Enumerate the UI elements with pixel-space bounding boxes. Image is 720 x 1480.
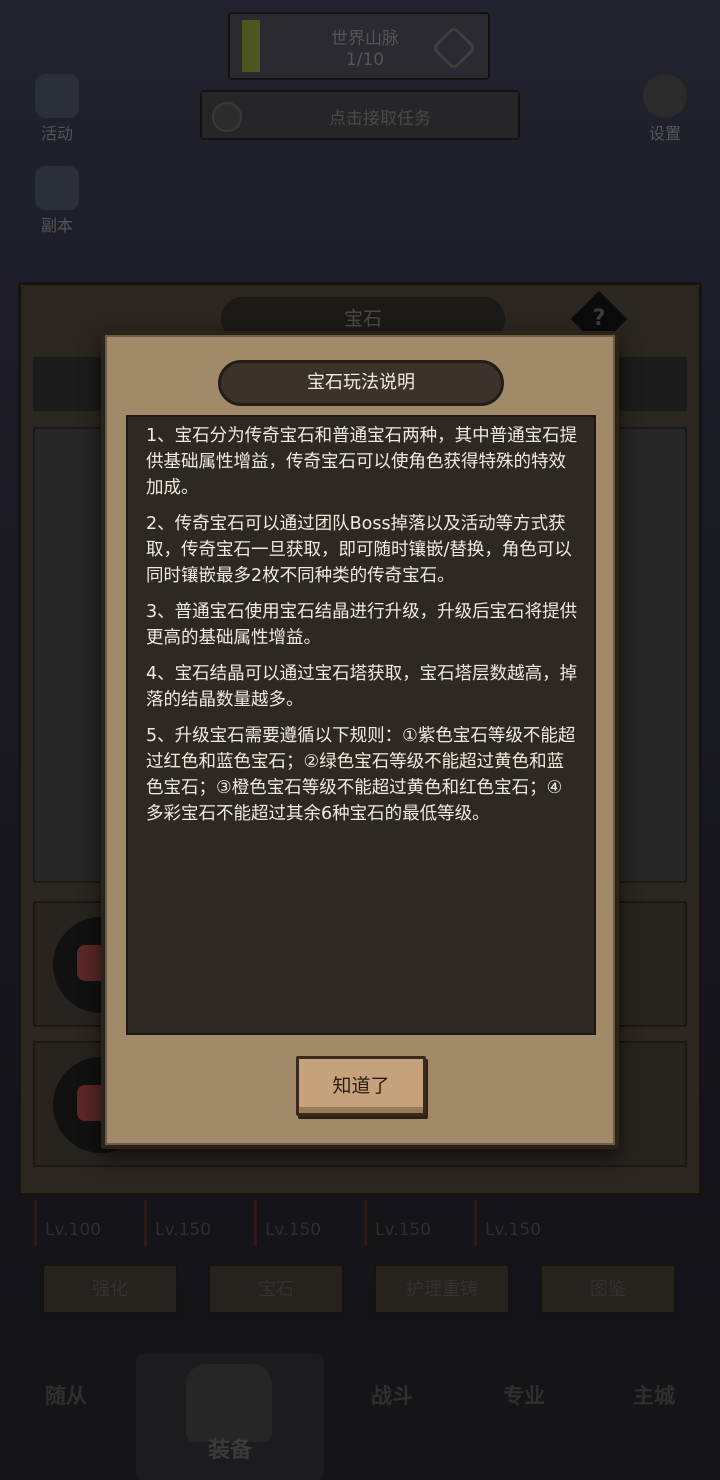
vest-icon bbox=[186, 1364, 272, 1442]
task-text: 点击接取任务 bbox=[329, 109, 431, 129]
event-button: 活动 bbox=[22, 74, 92, 144]
nav-equipment: 装备 bbox=[136, 1354, 324, 1480]
gear-icon bbox=[643, 74, 687, 118]
level-cell: Lv.100 bbox=[34, 1200, 134, 1246]
level-cell: Lv.150 bbox=[144, 1200, 244, 1246]
level-cell: Lv.150 bbox=[364, 1200, 464, 1246]
nav-profession: 专业 bbox=[503, 1384, 545, 1408]
level-row: Lv.100 Lv.150 Lv.150 Lv.150 Lv.150 bbox=[34, 1200, 684, 1246]
settings-button: 设置 bbox=[630, 74, 700, 144]
event-label: 活动 bbox=[40, 124, 73, 143]
tab-gem: 宝石 bbox=[208, 1264, 344, 1314]
task-bar: 点击接取任务 bbox=[200, 90, 520, 140]
rules-content[interactable]: 1、宝石分为传奇宝石和普通宝石两种，其中普通宝石提供基础属性增益，传奇宝石可以使… bbox=[126, 415, 596, 1035]
settings-label: 设置 bbox=[648, 124, 681, 143]
tab-reforge: 护理重铸 bbox=[374, 1264, 510, 1314]
gate-icon bbox=[35, 166, 79, 210]
tab-codex: 图鉴 bbox=[540, 1264, 676, 1314]
star-icon bbox=[35, 74, 79, 118]
rule-paragraph: 3、普通宝石使用宝石结晶进行升级，升级后宝石将提供更高的基础属性增益。 bbox=[146, 602, 578, 648]
dialog-title: 宝石玩法说明 bbox=[218, 360, 504, 406]
level-cell: Lv.150 bbox=[474, 1200, 574, 1246]
bottom-nav: 随从 装备 战斗 专业 主城 bbox=[0, 1350, 720, 1480]
dungeon-label: 副本 bbox=[40, 216, 73, 235]
progress-bar-icon bbox=[242, 20, 260, 72]
world-mountain-title: 世界山脉 bbox=[331, 29, 399, 49]
dungeon-button: 副本 bbox=[22, 166, 92, 236]
got-it-button[interactable]: 知道了 bbox=[296, 1056, 426, 1116]
rule-paragraph: 1、宝石分为传奇宝石和普通宝石两种，其中普通宝石提供基础属性增益，传奇宝石可以使… bbox=[146, 426, 578, 498]
rule-paragraph: 4、宝石结晶可以通过宝石塔获取，宝石塔层数越高，掉落的结晶数量越多。 bbox=[146, 664, 578, 710]
rules-text: 1、宝石分为传奇宝石和普通宝石两种，其中普通宝石提供基础属性增益，传奇宝石可以使… bbox=[146, 423, 578, 837]
rule-paragraph: 2、传奇宝石可以通过团队Boss掉落以及活动等方式获取，传奇宝石一旦获取，即可随… bbox=[146, 514, 572, 586]
rule-paragraph: 5、升级宝石需要遵循以下规则：①紫色宝石等级不能超过红色和蓝色宝石；②绿色宝石等… bbox=[146, 726, 576, 824]
nav-followers: 随从 bbox=[45, 1384, 87, 1408]
nav-main-city: 主城 bbox=[633, 1384, 675, 1408]
level-cell: Lv.150 bbox=[254, 1200, 354, 1246]
world-mountain-progress: 1/10 bbox=[345, 50, 385, 70]
tab-enhance: 强化 bbox=[42, 1264, 178, 1314]
nav-battle: 战斗 bbox=[371, 1384, 413, 1408]
world-mountain-box: 世界山脉 1/10 bbox=[228, 12, 490, 80]
gem-rules-dialog: 宝石玩法说明 1、宝石分为传奇宝石和普通宝石两种，其中普通宝石提供基础属性增益，… bbox=[101, 331, 619, 1149]
task-icon bbox=[212, 102, 242, 132]
